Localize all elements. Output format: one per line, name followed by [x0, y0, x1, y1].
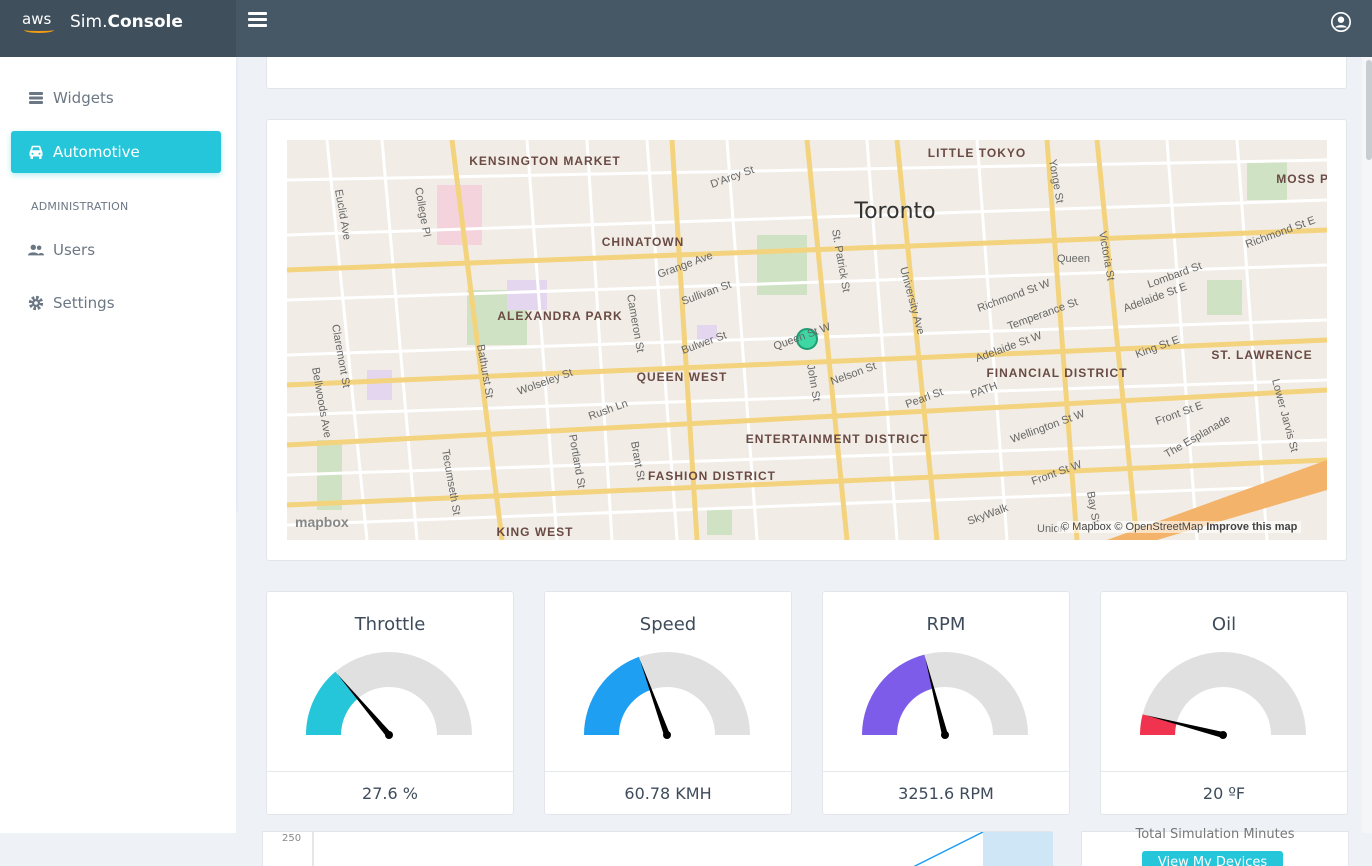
sidebar-item-settings[interactable]: Settings — [11, 282, 221, 324]
sidebar-item-users[interactable]: Users — [11, 229, 221, 271]
brand[interactable]: aws Sim.Console — [0, 0, 236, 57]
gauge-hub — [941, 731, 949, 739]
users-icon — [27, 241, 45, 259]
map-label: QUEEN WEST — [637, 370, 728, 384]
gauge-fill — [862, 654, 934, 735]
simulation-chart — [312, 832, 1053, 866]
gauge-fill — [584, 656, 651, 735]
map-city-label: Toronto — [853, 199, 935, 224]
map-street: Rush Ln — [587, 398, 630, 423]
sidebar-item-label: Widgets — [53, 89, 114, 107]
gear-icon — [27, 294, 45, 312]
gauge-card-oil: Oil 20 ºF — [1100, 591, 1348, 815]
top-card — [266, 57, 1347, 89]
map-label: KING WEST — [497, 525, 574, 539]
map-street: Bellwoods Ave — [309, 366, 333, 438]
map-street: University Ave — [897, 266, 927, 336]
sidebar-item-automotive[interactable]: Automotive — [11, 131, 221, 173]
map-label: FASHION DISTRICT — [648, 469, 776, 483]
map-street: King St E — [1134, 334, 1181, 361]
map-street: Brant St — [628, 440, 647, 481]
map-label: CHINATOWN — [602, 235, 685, 249]
map-street: Nelson St — [829, 360, 878, 388]
map-label: ALEXANDRA PARK — [497, 309, 622, 323]
section-label-administration: ADMINISTRATION — [31, 200, 129, 213]
gauge-title: Oil — [1211, 614, 1237, 635]
map-street: PATH — [969, 380, 999, 401]
scrollbar-track[interactable] — [1362, 57, 1372, 833]
gauge-readout: 60.78 KMH — [545, 771, 791, 815]
map-street: Tecumseth St — [439, 448, 462, 516]
aws-smile-icon — [24, 27, 54, 33]
sidebar-item-label: Users — [53, 241, 96, 259]
gauge-hub — [1219, 731, 1227, 739]
simulation-chart-card — [262, 831, 1053, 866]
gauge-title: RPM — [926, 614, 966, 635]
gauge-readout: 3251.6 RPM — [823, 771, 1069, 815]
gauge-readout: 20 ºF — [1101, 771, 1347, 815]
map-street: Bay St — [1084, 490, 1101, 524]
map-street: Portland St — [566, 433, 587, 489]
sidebar-item-widgets[interactable]: Widgets — [11, 77, 221, 119]
map-label: MOSS PA — [1276, 172, 1327, 186]
map-street: Queen — [1057, 253, 1090, 265]
speed-gauge — [584, 652, 750, 739]
attribution-text[interactable]: © Mapbox © OpenStreetMap — [1061, 521, 1203, 533]
map-label: ST. LAWRENCE — [1211, 348, 1312, 362]
oil-gauge — [1140, 652, 1306, 739]
map-canvas: KENSINGTON MARKET LITTLE TOKYO MOSS PA C… — [287, 140, 1327, 540]
chart-y-tick: 250 — [282, 833, 302, 844]
map-card: KENSINGTON MARKET LITTLE TOKYO MOSS PA C… — [266, 119, 1347, 561]
sidebar-footer — [0, 513, 236, 833]
map-street: Front St E — [1154, 400, 1205, 428]
map-street: D'Arcy St — [709, 164, 756, 191]
map-label: ENTERTAINMENT DISTRICT — [746, 432, 928, 446]
gauge-hub — [663, 731, 671, 739]
map-street: St. Patrick St — [829, 228, 852, 293]
gauge-readout: 27.6 % — [267, 771, 513, 815]
view-devices-button[interactable]: View My Devices — [1142, 851, 1283, 866]
gauge-card-throttle: Throttle 27.6 % — [266, 591, 514, 815]
gauge-card-speed: Speed 60.78 KMH — [544, 591, 792, 815]
map-street: Adelaide St W — [974, 329, 1044, 364]
map-street: Bathurst St — [474, 343, 495, 399]
throttle-gauge — [306, 652, 472, 739]
map-street: Sullivan St — [680, 279, 733, 308]
map[interactable]: KENSINGTON MARKET LITTLE TOKYO MOSS PA C… — [287, 140, 1327, 540]
layers-icon — [27, 89, 45, 107]
app-name: Console — [107, 12, 183, 32]
sidebar-item-label: Automotive — [53, 143, 140, 161]
sidebar-item-label: Settings — [53, 294, 115, 312]
map-street: SkyWalk — [966, 502, 1010, 528]
stats-title: Total Simulation Minutes — [1135, 827, 1295, 842]
improve-map-link[interactable]: Improve this map — [1206, 521, 1297, 533]
app-title: Sim.Console — [70, 12, 183, 32]
map-label: FINANCIAL DISTRICT — [986, 366, 1127, 380]
aws-logo: aws — [22, 10, 52, 28]
map-label: KENSINGTON MARKET — [469, 154, 620, 168]
mapbox-logo: mapbox — [295, 514, 349, 530]
app-prefix: Sim. — [70, 12, 108, 32]
gauge-card-rpm: RPM 3251.6 RPM — [822, 591, 1070, 815]
user-account-icon[interactable] — [1330, 11, 1352, 33]
car-icon — [27, 143, 45, 161]
gauge-title: Throttle — [354, 614, 426, 635]
rpm-gauge — [862, 652, 1028, 739]
scrollbar-thumb[interactable] — [1366, 60, 1372, 160]
map-attribution: © Mapbox © OpenStreetMap Improve this ma… — [1057, 521, 1302, 533]
gauge-title: Speed — [639, 614, 697, 635]
menu-toggle-icon[interactable] — [248, 12, 270, 30]
gauge-hub — [385, 731, 393, 739]
map-street: Wellington St W — [1009, 408, 1087, 446]
sidebar: Widgets Automotive ADMINISTRATION Users … — [0, 57, 236, 513]
map-label: LITTLE TOKYO — [928, 146, 1026, 160]
